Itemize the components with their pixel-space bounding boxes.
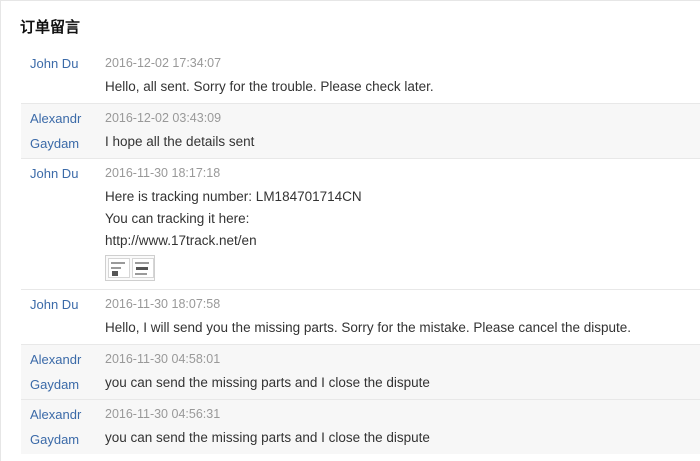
message-text-line: I hope all the details sent bbox=[105, 134, 255, 149]
message-text-line: http://www.17track.net/en bbox=[105, 233, 257, 248]
message-timestamp: 2016-11-30 04:58:01 bbox=[105, 352, 221, 366]
message-text-line: you can send the missing parts and I clo… bbox=[105, 375, 430, 390]
message-body: 2016-11-30 18:07:58 Hello, I will send y… bbox=[105, 290, 700, 344]
label-line bbox=[135, 273, 147, 275]
message-body: 2016-12-02 17:34:07 Hello, all sent. Sor… bbox=[105, 49, 700, 103]
message-timestamp: 2016-11-30 04:56:31 bbox=[105, 407, 221, 421]
author-name-line[interactable]: Alexandr bbox=[30, 106, 105, 131]
message-timestamp: 2016-11-30 18:07:58 bbox=[105, 297, 221, 311]
author-name-line[interactable]: Alexandr bbox=[30, 347, 105, 372]
barcode-mark bbox=[136, 267, 148, 270]
author-name-line[interactable]: Gaydam bbox=[30, 131, 105, 156]
message-author[interactable]: Alexandr Gaydam bbox=[21, 345, 105, 399]
message-timestamp: 2016-11-30 18:17:18 bbox=[105, 166, 221, 180]
message-item: John Du 2016-11-30 18:17:18 Here is trac… bbox=[21, 158, 700, 289]
message-item: Alexandr Gaydam 2016-11-30 04:56:31 you … bbox=[21, 399, 700, 454]
message-author[interactable]: John Du bbox=[21, 49, 105, 103]
message-author[interactable]: Alexandr Gaydam bbox=[21, 400, 105, 454]
message-text-line: you can send the missing parts and I clo… bbox=[105, 430, 430, 445]
author-name-line[interactable]: John Du bbox=[30, 292, 105, 317]
message-text-line: Hello, I will send you the missing parts… bbox=[105, 320, 631, 335]
message-timestamp: 2016-12-02 17:34:07 bbox=[105, 56, 222, 70]
message-body: 2016-12-02 03:43:09 I hope all the detai… bbox=[105, 104, 700, 158]
author-name-line[interactable]: Gaydam bbox=[30, 427, 105, 452]
message-timestamp: 2016-12-02 03:43:09 bbox=[105, 111, 222, 125]
message-author[interactable]: Alexandr Gaydam bbox=[21, 104, 105, 158]
message-body: 2016-11-30 04:56:31 you can send the mis… bbox=[105, 400, 700, 454]
label-line bbox=[135, 262, 149, 264]
author-name-line[interactable]: John Du bbox=[30, 51, 105, 76]
message-list: John Du 2016-12-02 17:34:07 Hello, all s… bbox=[21, 49, 700, 454]
message-item: John Du 2016-12-02 17:34:07 Hello, all s… bbox=[21, 49, 700, 103]
label-line bbox=[111, 262, 125, 264]
message-item: Alexandr Gaydam 2016-12-02 03:43:09 I ho… bbox=[21, 103, 700, 158]
message-author[interactable]: John Du bbox=[21, 159, 105, 289]
message-item: Alexandr Gaydam 2016-11-30 04:58:01 you … bbox=[21, 344, 700, 399]
attachment-image-thumbnail[interactable] bbox=[105, 255, 155, 281]
page-title: 订单留言 bbox=[20, 18, 81, 36]
barcode-mark bbox=[112, 271, 118, 276]
message-text-line: You can tracking it here: bbox=[105, 211, 250, 226]
author-name-line[interactable]: Gaydam bbox=[30, 372, 105, 397]
order-messages-panel: 订单留言 John Du 2016-12-02 17:34:07 Hello, … bbox=[0, 0, 700, 461]
author-name-line[interactable]: John Du bbox=[30, 161, 105, 186]
author-name-line[interactable]: Alexandr bbox=[30, 402, 105, 427]
message-author[interactable]: John Du bbox=[21, 290, 105, 344]
label-line bbox=[111, 267, 121, 269]
message-item: John Du 2016-11-30 18:07:58 Hello, I wil… bbox=[21, 289, 700, 344]
message-text-line: Hello, all sent. Sorry for the trouble. … bbox=[105, 79, 434, 94]
message-body: 2016-11-30 04:58:01 you can send the mis… bbox=[105, 345, 700, 399]
message-body: 2016-11-30 18:17:18 Here is tracking num… bbox=[105, 159, 700, 289]
message-text-line: Here is tracking number: LM184701714CN bbox=[105, 189, 362, 204]
